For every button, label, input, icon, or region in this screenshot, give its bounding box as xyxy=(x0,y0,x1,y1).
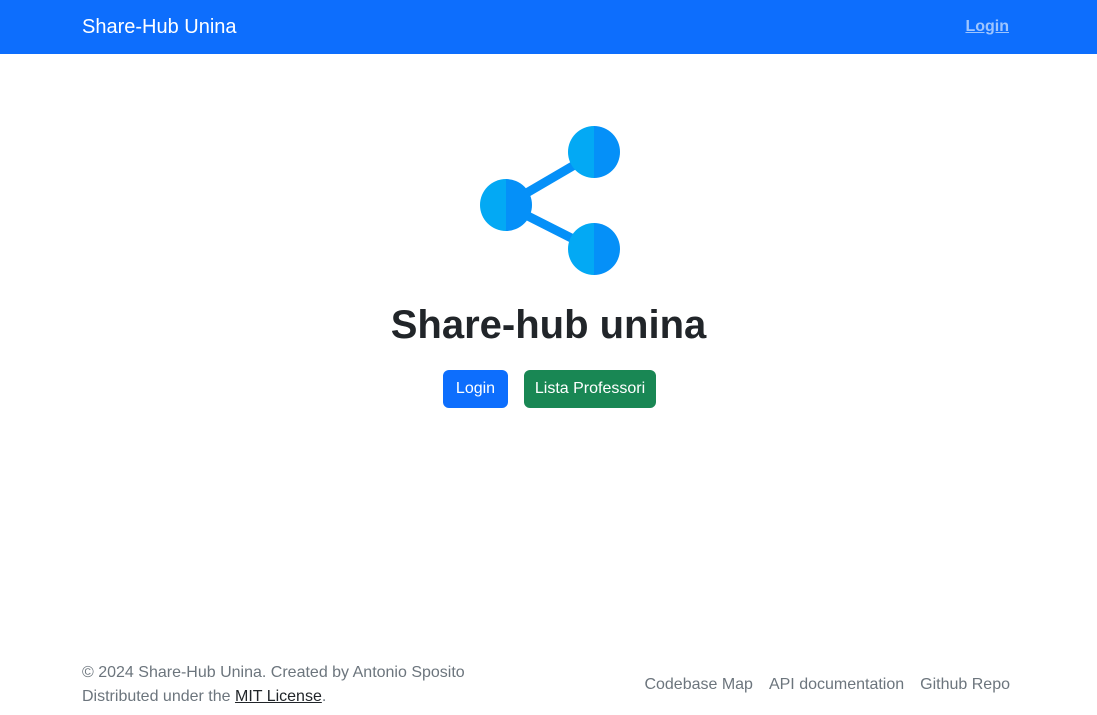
mit-license-link[interactable]: MIT License xyxy=(235,688,322,705)
footer-links: Codebase Map API documentation Github Re… xyxy=(644,673,1010,697)
footer-license-line: Distributed under the MIT License. xyxy=(82,685,465,709)
navbar: Share-Hub Unina Login xyxy=(0,0,1097,54)
professors-list-button[interactable]: Lista Professori xyxy=(524,370,656,408)
github-repo-link[interactable]: Github Repo xyxy=(920,673,1010,697)
footer-copyright: © 2024 Share-Hub Unina. Created by Anton… xyxy=(82,664,465,681)
codebase-map-link[interactable]: Codebase Map xyxy=(644,673,753,697)
navbar-login-link[interactable]: Login xyxy=(965,17,1009,37)
api-documentation-link[interactable]: API documentation xyxy=(769,673,904,697)
footer-license-prefix: Distributed under the xyxy=(82,688,235,705)
share-icon xyxy=(480,126,620,275)
footer-license-suffix: . xyxy=(321,688,327,705)
footer-info: © 2024 Share-Hub Unina. Created by Anton… xyxy=(82,661,465,709)
page-title: Share-hub unina xyxy=(390,303,707,347)
login-button[interactable]: Login xyxy=(443,370,508,408)
navbar-brand[interactable]: Share-Hub Unina xyxy=(82,14,237,40)
